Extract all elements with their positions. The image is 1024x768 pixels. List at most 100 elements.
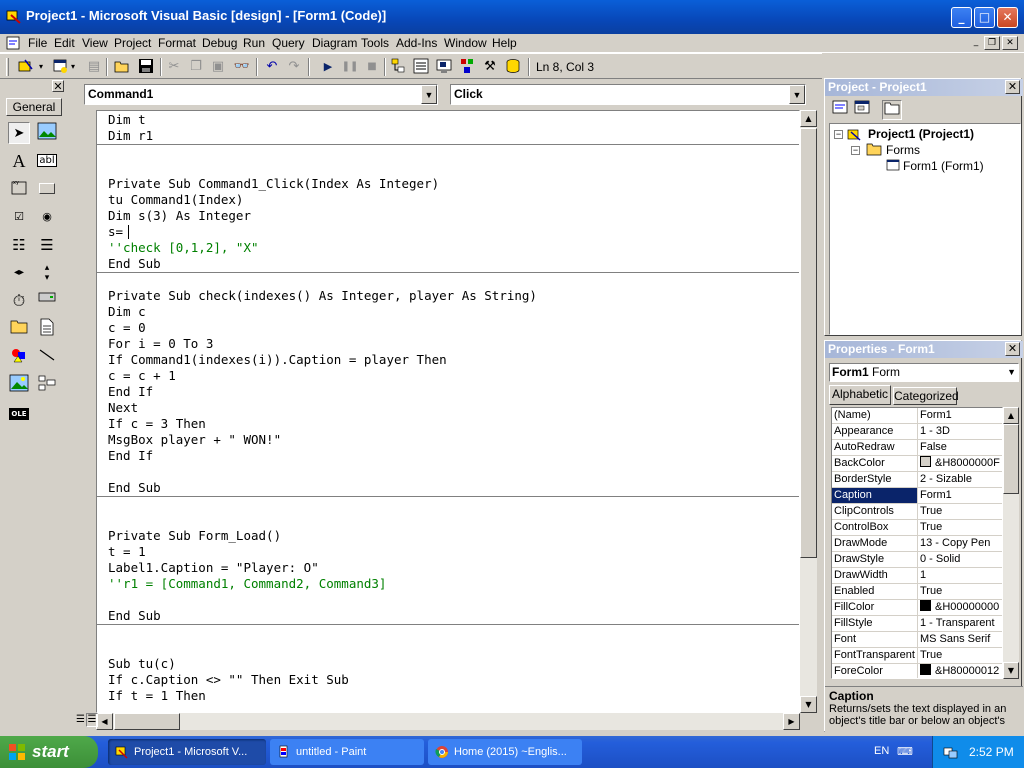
cut-icon[interactable]: ✂ — [164, 57, 184, 77]
property-value[interactable]: &H80000012 — [920, 664, 1002, 678]
minimize-button[interactable]: _ — [951, 7, 972, 28]
property-row[interactable]: Font MS Sans Serif — [832, 632, 1002, 648]
clock[interactable]: 2:52 PM — [969, 745, 1014, 759]
timer-icon[interactable]: ⏱ — [8, 290, 30, 312]
project-tree[interactable]: − Project1 (Project1) − Forms Form1 (For… — [829, 123, 1021, 335]
horizontal-scrollbar[interactable]: ◀ ▶ — [96, 713, 800, 730]
scroll-up-icon[interactable]: ▲ — [1003, 407, 1019, 424]
object-browser-icon[interactable] — [457, 57, 477, 77]
toggle-folders-icon[interactable] — [882, 100, 902, 120]
language-indicator[interactable]: EN — [874, 745, 889, 757]
code-window-icon[interactable] — [6, 36, 20, 50]
start-icon[interactable]: ▶ — [318, 57, 338, 77]
property-value[interactable]: MS Sans Serif — [920, 632, 1002, 647]
property-row[interactable]: FillStyle 1 - Transparent — [832, 616, 1002, 632]
save-icon[interactable] — [136, 57, 156, 77]
mdi-restore-button[interactable]: ❐ — [984, 36, 1000, 50]
menu-run[interactable]: Run — [243, 36, 265, 50]
property-value[interactable]: 0 - Solid — [920, 552, 1002, 567]
undo-icon[interactable]: ↶ — [262, 57, 282, 77]
property-value[interactable]: 13 - Copy Pen — [920, 536, 1002, 551]
property-row[interactable]: AutoRedraw False — [832, 440, 1002, 456]
property-row[interactable]: BorderStyle 2 - Sizable — [832, 472, 1002, 488]
property-grid-scrollbar[interactable]: ▲ ▼ — [1003, 407, 1019, 679]
chevron-down-icon[interactable]: ▼ — [789, 85, 805, 104]
full-module-view-icon[interactable]: ☰ — [86, 713, 98, 727]
add-form-icon[interactable] — [50, 57, 70, 77]
combobox-icon[interactable]: ☷ — [8, 234, 30, 256]
chevron-down-icon[interactable]: ▼ — [421, 85, 437, 104]
menu-add-ins[interactable]: Add-Ins — [396, 36, 437, 50]
tab-categorized[interactable]: Categorized — [893, 387, 959, 405]
object-selector[interactable]: Form1 Form ▼ — [829, 363, 1019, 382]
collapse-icon[interactable]: − — [834, 130, 843, 139]
maximize-button[interactable]: □ — [974, 7, 995, 28]
menu-diagram[interactable]: Diagram — [312, 36, 357, 50]
scroll-up-icon[interactable]: ▲ — [800, 110, 817, 127]
scroll-left-icon[interactable]: ◀ — [96, 713, 113, 730]
shape-icon[interactable] — [8, 346, 30, 368]
textbox-icon[interactable]: abl — [36, 150, 58, 172]
collapse-icon[interactable]: − — [851, 146, 860, 155]
mdi-close-button[interactable]: ✕ — [1002, 36, 1018, 50]
tree-item-form1[interactable]: Form1 (Form1) — [903, 159, 984, 173]
property-row[interactable]: DrawStyle 0 - Solid — [832, 552, 1002, 568]
property-value[interactable]: 2 - Sizable — [920, 472, 1002, 487]
break-icon[interactable]: ❚❚ — [340, 57, 360, 77]
title-bar[interactable]: Project1 - Microsoft Visual Basic [desig… — [0, 0, 1024, 34]
checkbox-icon[interactable]: ☑ — [8, 206, 30, 228]
picturebox-icon[interactable] — [36, 122, 58, 144]
property-row[interactable]: Caption Form1 — [832, 488, 1002, 504]
code-editor[interactable]: Dim t Dim r1 Private Sub Command1_Click(… — [96, 110, 800, 713]
scroll-down-icon[interactable]: ▼ — [800, 696, 817, 713]
toolbox-icon[interactable]: ⚒ — [480, 57, 500, 77]
property-row[interactable]: Appearance 1 - 3D — [832, 424, 1002, 440]
frame-icon[interactable]: xy — [8, 178, 30, 200]
vertical-scrollbar[interactable]: ▲ ▼ — [800, 110, 817, 713]
menu-window[interactable]: Window — [444, 36, 487, 50]
toolbox-general-tab[interactable]: General — [6, 98, 62, 116]
property-row[interactable]: FillColor &H00000000 — [832, 600, 1002, 616]
property-row[interactable]: Enabled True — [832, 584, 1002, 600]
dirlistbox-icon[interactable] — [8, 318, 30, 340]
image-icon[interactable] — [8, 374, 30, 396]
menu-tools[interactable]: Tools — [361, 36, 389, 50]
property-value[interactable]: False — [920, 440, 1002, 455]
code-margin[interactable] — [70, 110, 96, 713]
chevron-down-icon[interactable]: ▾ — [68, 57, 78, 77]
property-grid[interactable]: (Name) Form1 Appearance 1 - 3D AutoRedraw Fal… — [831, 407, 1003, 679]
menu-debug[interactable]: Debug — [202, 36, 237, 50]
task-paint[interactable]: untitled - Paint — [270, 739, 424, 765]
find-icon[interactable]: 👓 — [232, 57, 252, 77]
vscrollbar-icon[interactable]: ▴ ▾ — [36, 262, 58, 284]
optionbutton-icon[interactable]: ◉ — [36, 206, 58, 228]
view-code-icon[interactable] — [830, 100, 850, 120]
property-value[interactable]: &H8000000F — [920, 456, 1002, 471]
form-layout-icon[interactable] — [434, 57, 454, 77]
menu-query[interactable]: Query — [272, 36, 305, 50]
toolbox-close-icon[interactable]: ✕ — [52, 80, 64, 92]
menu-format[interactable]: Format — [158, 36, 196, 50]
add-project-icon[interactable] — [16, 57, 36, 77]
scrollbar-thumb[interactable] — [1003, 424, 1019, 494]
task-vb-project[interactable]: Project1 - Microsoft V... — [108, 739, 266, 765]
start-button[interactable]: start — [0, 736, 98, 768]
menu-file[interactable]: File — [28, 36, 47, 50]
property-row[interactable]: BackColor &H8000000F — [832, 456, 1002, 472]
property-value[interactable]: Form1 — [920, 408, 1002, 423]
drivelistbox-icon[interactable] — [36, 290, 58, 312]
ole-icon[interactable]: OLE — [8, 402, 30, 424]
menu-edit[interactable]: Edit — [54, 36, 75, 50]
chevron-down-icon[interactable]: ▼ — [1007, 364, 1016, 381]
property-value[interactable]: &H00000000 — [920, 600, 1002, 615]
property-row[interactable]: (Name) Form1 — [832, 408, 1002, 424]
redo-icon[interactable]: ↷ — [284, 57, 304, 77]
hscrollbar-icon[interactable]: ◂▸ — [8, 262, 30, 284]
tree-item-forms[interactable]: Forms — [886, 143, 920, 157]
end-icon[interactable]: ■ — [362, 57, 382, 77]
property-value[interactable]: True — [920, 504, 1002, 519]
project-explorer-icon[interactable] — [388, 57, 408, 77]
chevron-down-icon[interactable]: ▾ — [36, 57, 46, 77]
properties-window-icon[interactable] — [411, 57, 431, 77]
task-chrome[interactable]: Home (2015) ~Englis... — [428, 739, 582, 765]
